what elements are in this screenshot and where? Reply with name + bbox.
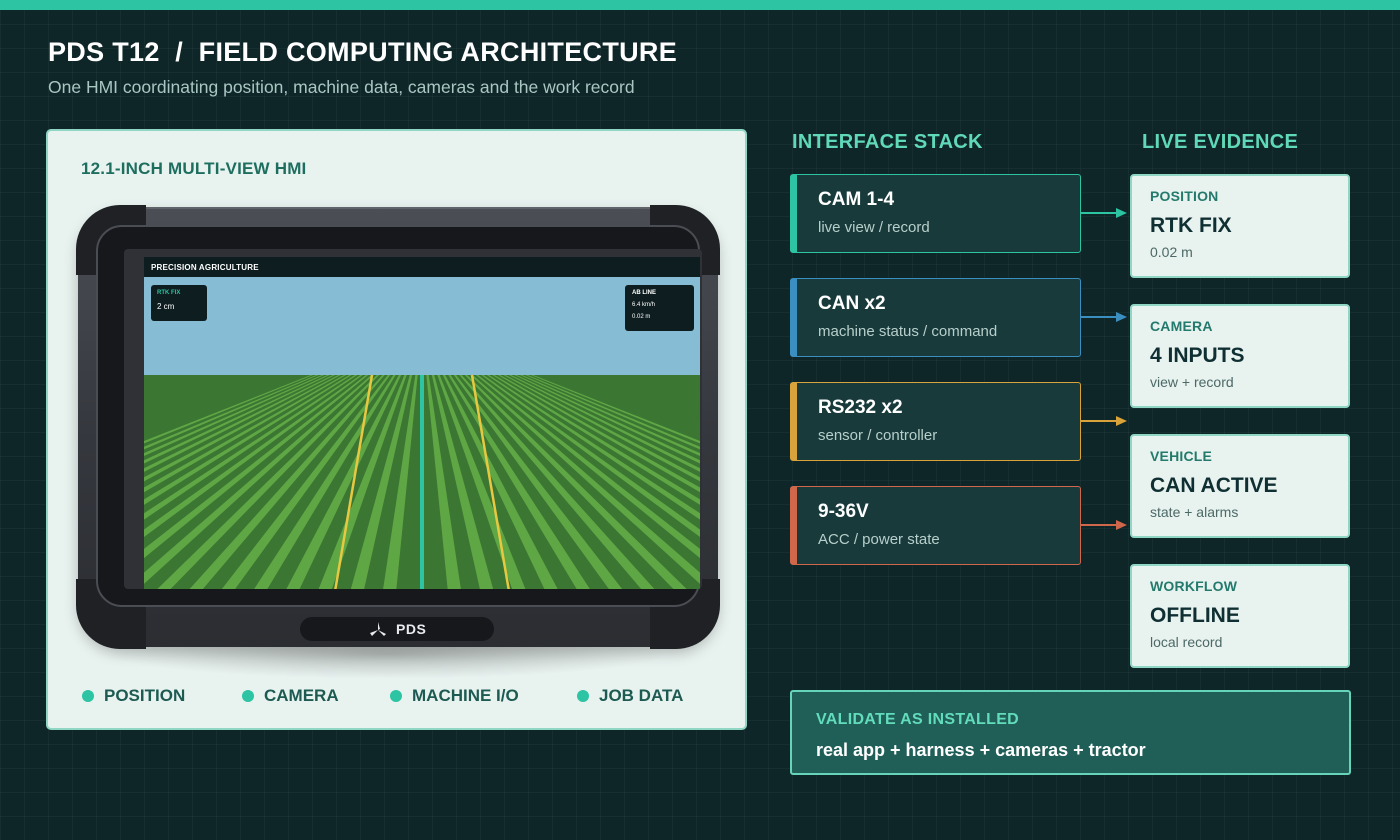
evidence-subtitle: local record xyxy=(1150,634,1223,650)
evidence-value: OFFLINE xyxy=(1150,604,1240,627)
evidence-label: VEHICLE xyxy=(1150,448,1213,464)
evidence-label: POSITION xyxy=(1150,188,1219,204)
validate-text: real app + harness + cameras + tractor xyxy=(816,740,1146,760)
validate-banner: VALIDATE AS INSTALLED real app + harness… xyxy=(790,690,1351,775)
arrow-can-to-camera xyxy=(1081,312,1127,322)
evidence-subtitle: 0.02 m xyxy=(1150,244,1193,260)
evidence-card-vehicle: VEHICLE CAN ACTIVE state + alarms xyxy=(1130,434,1350,538)
evidence-value: CAN ACTIVE xyxy=(1150,474,1278,497)
evidence-card-camera: CAMERA 4 INPUTS view + record xyxy=(1130,304,1350,408)
validate-label: VALIDATE AS INSTALLED xyxy=(816,711,1020,728)
evidence-label: CAMERA xyxy=(1150,318,1213,334)
evidence-card-workflow: WORKFLOW OFFLINE local record xyxy=(1130,564,1350,668)
evidence-subtitle: state + alarms xyxy=(1150,504,1239,520)
evidence-card-position: POSITION RTK FIX 0.02 m xyxy=(1130,174,1350,278)
arrow-power-to-vehicle xyxy=(1081,520,1127,530)
evidence-value: 4 INPUTS xyxy=(1150,344,1245,367)
evidence-subtitle: view + record xyxy=(1150,374,1234,390)
arrow-rs232-to-vehicle xyxy=(1081,416,1127,426)
arrow-cam-to-position xyxy=(1081,208,1127,218)
evidence-value: RTK FIX xyxy=(1150,214,1232,237)
evidence-label: WORKFLOW xyxy=(1150,578,1238,594)
